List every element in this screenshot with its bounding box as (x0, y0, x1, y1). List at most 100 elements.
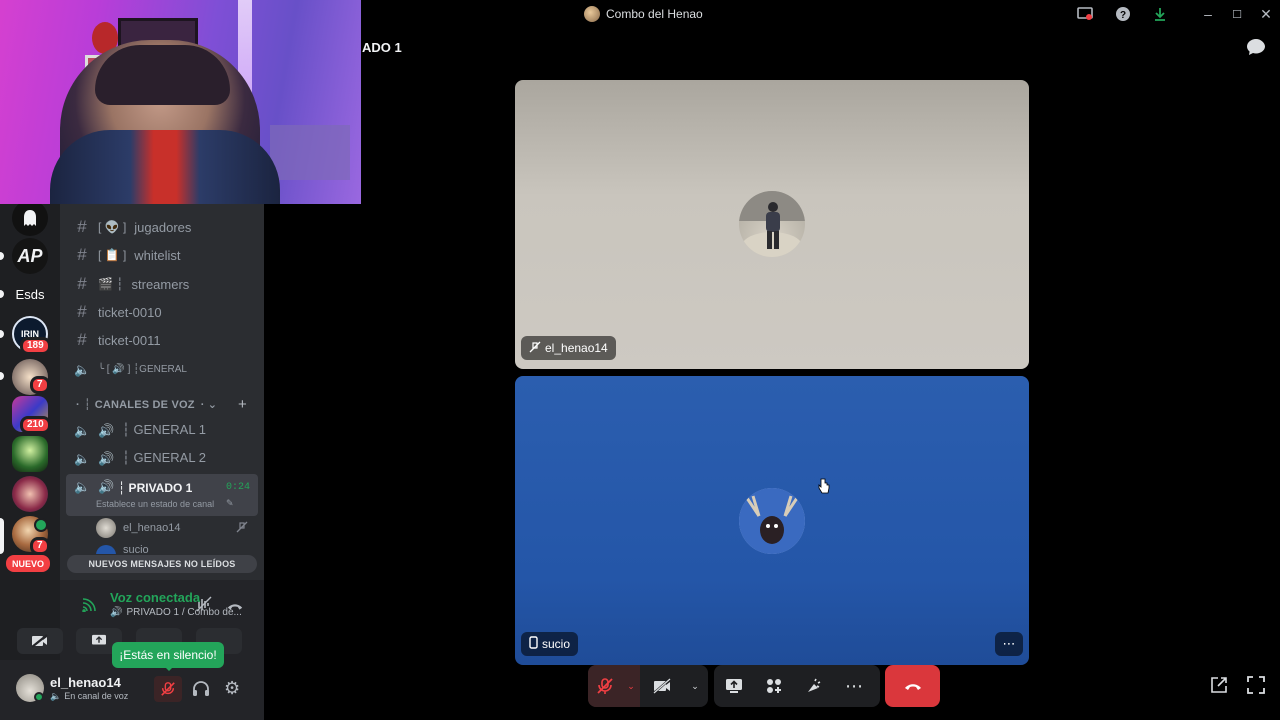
video-tile[interactable]: el_henao14 (515, 80, 1029, 369)
unread-pill (0, 330, 4, 338)
tile-username: el_henao14 (545, 341, 608, 355)
unread-pill (0, 252, 4, 260)
server-esds-icon[interactable]: Esds (12, 276, 48, 312)
tile-name-label: sucio (521, 632, 579, 656)
webcam-overlay (0, 0, 361, 204)
headphones-icon[interactable] (192, 680, 210, 703)
voice-channel-item[interactable]: 🔈 🔊 ┆ GENERAL 1 (74, 418, 206, 442)
settings-gear-icon[interactable]: ⚙ (224, 678, 240, 699)
user-panel: el_henao14 🔈 En canal de voz ⚙ (0, 660, 264, 720)
mention-badge: 7 (30, 537, 50, 555)
voice-channel-icon: 🔈 (74, 451, 91, 466)
voice-channel-active[interactable]: 🔈 🔊 ┆ PRIVADO 1 0:24 Establece un estado… (66, 474, 258, 516)
voice-category-header[interactable]: · ┆ CANALES DE VOZ · ⌄ (76, 398, 217, 411)
voice-status[interactable]: Voz conectada (110, 590, 200, 605)
text-channel-icon: # (77, 330, 87, 349)
shelf-decoration (270, 125, 350, 180)
mute-button[interactable] (154, 676, 182, 702)
text-channel-icon: # (77, 274, 87, 293)
camera-button[interactable] (17, 628, 63, 654)
text-channel-icon: # (77, 217, 87, 236)
soundboard-button[interactable] (794, 665, 834, 707)
more-icon[interactable]: ⋯ (834, 665, 874, 707)
text-channel-icon: # (77, 302, 87, 321)
tooltip-arrow (164, 666, 174, 671)
mobile-icon (529, 636, 538, 652)
activities-button[interactable] (754, 665, 794, 707)
channel-item[interactable]: # ticket-0010 (74, 300, 161, 324)
maximize-icon[interactable]: ☐ (1227, 4, 1247, 24)
speaker-emoji-icon: 🔊 (98, 479, 115, 494)
chat-icon[interactable] (1246, 38, 1266, 61)
share-screen-button[interactable] (714, 665, 754, 707)
noise-suppression-icon[interactable] (196, 596, 212, 617)
mention-badge: 189 (20, 337, 51, 355)
voice-location[interactable]: 🔊 PRIVADO 1 / Combo de... (110, 607, 242, 618)
unread-pill (0, 372, 4, 380)
streamer-hair (95, 45, 230, 105)
muted-mic-icon (529, 341, 541, 356)
mic-options-chevron-icon[interactable]: ⌄ (622, 665, 640, 707)
mention-badge: 210 (20, 416, 51, 434)
selected-pill (0, 518, 4, 554)
channel-item[interactable]: #[ 📋 ] whitelist (74, 243, 180, 267)
server-icon (584, 6, 600, 22)
camera-off-button[interactable] (640, 665, 684, 707)
channel-item[interactable]: #[ 👽 ] jugadores (74, 215, 191, 239)
speaker-emoji-icon: 🔊 (98, 451, 115, 466)
disconnect-button[interactable] (885, 665, 940, 707)
unread-pill (0, 290, 4, 298)
avatar (96, 545, 116, 554)
popout-icon[interactable] (1210, 676, 1228, 699)
close-icon[interactable]: ✕ (1256, 4, 1276, 24)
announcement-channel-item[interactable]: 🔈 ╰ [ 🔊 ] ┆GENERAL (74, 357, 187, 381)
muted-mic-icon (236, 520, 248, 538)
voice-channel-item[interactable]: 🔈 🔊 ┆ GENERAL 2 (74, 446, 206, 470)
user-status: 🔈 En canal de voz (50, 691, 129, 701)
username[interactable]: el_henao14 (50, 675, 121, 690)
speaker-emoji-icon: 🔊 (110, 607, 123, 618)
voice-icon: 🔈 (50, 691, 62, 701)
channel-item[interactable]: # 🎬 ┆ streamers (74, 272, 189, 296)
channel-item[interactable]: # ticket-0011 (74, 328, 160, 352)
add-channel-icon[interactable]: + (238, 396, 247, 413)
voice-user[interactable]: sucio (96, 544, 256, 554)
edit-icon[interactable]: ✎ (226, 498, 234, 509)
download-icon[interactable] (1150, 4, 1170, 24)
disconnect-icon[interactable] (226, 598, 244, 616)
video-tile[interactable]: sucio ⋯ (515, 376, 1029, 665)
fullscreen-icon[interactable] (1247, 676, 1265, 699)
channel-title: ADO 1 (362, 40, 402, 55)
server-ghost-icon[interactable] (12, 200, 48, 236)
signal-icon (82, 598, 96, 617)
channel-status[interactable]: Establece un estado de canal (96, 499, 214, 509)
new-badge[interactable]: NUEVO (6, 555, 50, 572)
muted-tooltip: ¡Estás en silencio! (112, 642, 224, 668)
tile-name-label: el_henao14 (521, 336, 616, 360)
mention-badge: 7 (30, 376, 50, 394)
mic-camera-controls: ⌄ ⌄ (588, 665, 708, 707)
voice-channel-icon: 🔈 (74, 423, 91, 438)
minimize-icon[interactable]: – (1198, 4, 1218, 24)
voice-connected-icon: 🔈 (74, 479, 91, 494)
window-title-group: Combo del Henao (584, 6, 703, 22)
server-skull-icon[interactable] (12, 436, 48, 472)
camera-options-chevron-icon[interactable]: ⌄ (684, 665, 706, 707)
speaker-emoji-icon: 🔊 (98, 423, 115, 438)
screen-share-icon[interactable] (1075, 4, 1095, 24)
user-avatar (739, 191, 805, 257)
help-icon[interactable]: ? (1113, 4, 1133, 24)
more-options-icon[interactable]: ⋯ (995, 632, 1023, 656)
voice-user[interactable]: el_henao14 (96, 518, 256, 538)
server-people-icon[interactable] (12, 476, 48, 512)
streamer-jacket (50, 130, 280, 204)
tile-username: sucio (542, 637, 571, 651)
voice-channel-name: ┆ PRIVADO 1 (118, 481, 193, 495)
text-channel-icon: # (77, 245, 87, 264)
online-status-icon (34, 692, 44, 702)
unmute-button[interactable] (588, 665, 622, 707)
server-ap-icon[interactable]: AP (12, 238, 48, 274)
new-messages-bar[interactable]: NUEVOS MENSAJES NO LEÍDOS (67, 555, 257, 573)
voice-active-icon (34, 518, 48, 532)
activity-controls: ⋯ (714, 665, 880, 707)
